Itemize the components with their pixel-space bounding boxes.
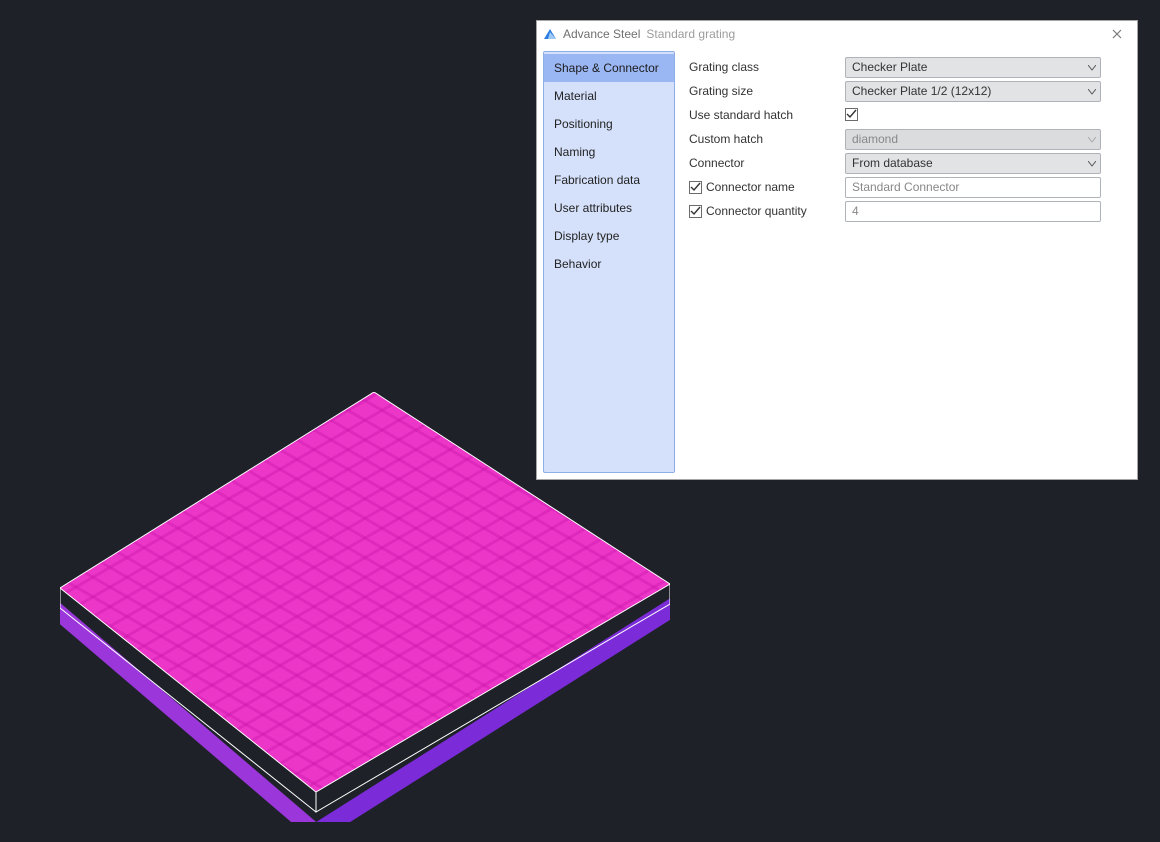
chevron-down-icon	[1088, 84, 1096, 98]
input-connector-quantity[interactable]: 4	[845, 201, 1101, 222]
combo-value: Checker Plate	[852, 60, 927, 74]
checkbox-use-std-hatch[interactable]	[845, 108, 858, 121]
sidebar-item-label: Naming	[554, 145, 595, 159]
label-connector: Connector	[689, 156, 744, 170]
label-use-std-hatch: Use standard hatch	[689, 108, 793, 122]
chevron-down-icon	[1088, 60, 1096, 74]
close-icon	[1112, 29, 1122, 39]
row-grating-class: Grating class Checker Plate	[689, 55, 1121, 79]
input-connector-name[interactable]: Standard Connector	[845, 177, 1101, 198]
row-connector-name: Connector name Standard Connector	[689, 175, 1121, 199]
label-connector-name: Connector name	[706, 180, 795, 194]
sidebar-item-shape-connector[interactable]: Shape & Connector	[544, 54, 674, 82]
category-sidebar: Shape & Connector Material Positioning N…	[543, 51, 675, 473]
input-value: Standard Connector	[852, 180, 959, 194]
label-custom-hatch: Custom hatch	[689, 132, 763, 146]
sidebar-item-user-attributes[interactable]: User attributes	[544, 194, 674, 222]
label-grating-class: Grating class	[689, 60, 759, 74]
cad-viewport: Advance Steel Standard grating Shape & C…	[0, 0, 1160, 842]
row-connector-quantity: Connector quantity 4	[689, 199, 1121, 223]
autodesk-icon	[543, 27, 557, 41]
dialog-subtitle: Standard grating	[646, 27, 735, 41]
dialog-titlebar[interactable]: Advance Steel Standard grating	[537, 21, 1137, 47]
check-icon	[846, 109, 857, 120]
chevron-down-icon	[1088, 132, 1096, 146]
sidebar-item-label: Positioning	[554, 117, 613, 131]
label-grating-size: Grating size	[689, 84, 753, 98]
checkbox-connector-name[interactable]	[689, 181, 702, 194]
sidebar-item-behavior[interactable]: Behavior	[544, 250, 674, 278]
sidebar-item-naming[interactable]: Naming	[544, 138, 674, 166]
combo-value: diamond	[852, 132, 898, 146]
row-grating-size: Grating size Checker Plate 1/2 (12x12)	[689, 79, 1121, 103]
chevron-down-icon	[1088, 156, 1096, 170]
sidebar-item-label: Shape & Connector	[554, 61, 659, 75]
sidebar-item-label: Material	[554, 89, 597, 103]
dialog-app-name: Advance Steel	[563, 27, 640, 41]
combo-connector[interactable]: From database	[845, 153, 1101, 174]
sidebar-item-label: User attributes	[554, 201, 632, 215]
standard-grating-dialog: Advance Steel Standard grating Shape & C…	[536, 20, 1138, 480]
input-value: 4	[852, 204, 859, 218]
row-use-std-hatch: Use standard hatch	[689, 103, 1121, 127]
row-custom-hatch: Custom hatch diamond	[689, 127, 1121, 151]
sidebar-item-fabrication-data[interactable]: Fabrication data	[544, 166, 674, 194]
combo-grating-class[interactable]: Checker Plate	[845, 57, 1101, 78]
sidebar-item-display-type[interactable]: Display type	[544, 222, 674, 250]
dialog-body: Shape & Connector Material Positioning N…	[537, 47, 1137, 479]
check-icon	[690, 206, 701, 217]
row-connector: Connector From database	[689, 151, 1121, 175]
combo-value: Checker Plate 1/2 (12x12)	[852, 84, 991, 98]
sidebar-item-label: Display type	[554, 229, 619, 243]
sidebar-item-label: Behavior	[554, 257, 601, 271]
sidebar-item-label: Fabrication data	[554, 173, 640, 187]
combo-value: From database	[852, 156, 933, 170]
sidebar-item-material[interactable]: Material	[544, 82, 674, 110]
form-area: Grating class Checker Plate Grating si	[683, 51, 1131, 473]
check-icon	[690, 182, 701, 193]
combo-custom-hatch: diamond	[845, 129, 1101, 150]
close-button[interactable]	[1103, 24, 1131, 44]
label-connector-quantity: Connector quantity	[706, 204, 807, 218]
combo-grating-size[interactable]: Checker Plate 1/2 (12x12)	[845, 81, 1101, 102]
checkbox-connector-quantity[interactable]	[689, 205, 702, 218]
sidebar-item-positioning[interactable]: Positioning	[544, 110, 674, 138]
